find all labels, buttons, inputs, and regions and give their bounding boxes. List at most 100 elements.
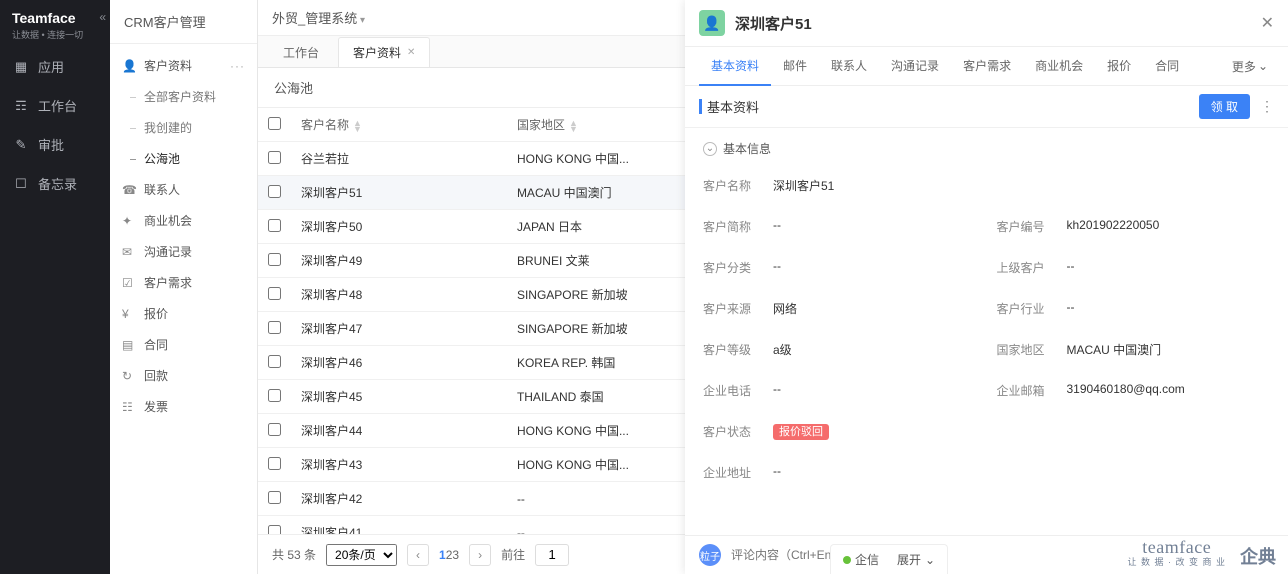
nav-sub-icon: ☎ (122, 183, 136, 197)
detail-field: 客户行业-- (997, 288, 1271, 329)
nav-sub-item[interactable]: ☎联系人 (110, 174, 257, 205)
detail-tab[interactable]: 客户需求 (951, 47, 1023, 85)
nav-sub-icon: ✦ (122, 214, 136, 228)
close-icon[interactable]: ✕ (1261, 13, 1274, 33)
claim-button[interactable]: 领 取 (1199, 94, 1250, 119)
nav-sub-item[interactable]: 👤客户资料··· (110, 50, 257, 81)
nav-sub-item[interactable]: 公海池 (110, 143, 257, 174)
detail-field: 客户状态报价驳回 (703, 411, 1270, 452)
chevron-down-icon: ⌄ (925, 553, 935, 567)
nav-sub-label: 沟通记录 (144, 243, 192, 260)
nav-sub-item[interactable]: 我创建的 (110, 112, 257, 143)
detail-tab[interactable]: 商业机会 (1023, 47, 1095, 85)
collapse-icon[interactable]: « (99, 10, 106, 24)
row-checkbox[interactable] (258, 244, 291, 278)
row-checkbox[interactable] (258, 516, 291, 535)
detail-tab[interactable]: 邮件 (771, 47, 819, 85)
detail-field: 客户编号kh201902220050 (997, 206, 1271, 247)
status-tag: 报价驳回 (773, 424, 829, 440)
nav-sub-item[interactable]: ¥报价 (110, 298, 257, 329)
detail-tab-more[interactable]: 更多⌄ (1226, 47, 1274, 85)
page-number[interactable]: 3 (452, 548, 459, 562)
field-value: kh201902220050 (1067, 218, 1160, 235)
detail-field: 客户名称深圳客户51 (703, 165, 1270, 206)
detail-tabs: 基本资料邮件联系人沟通记录客户需求商业机会报价合同更多⌄ (685, 47, 1288, 86)
more-icon[interactable]: ··· (230, 59, 245, 73)
field-value: 报价驳回 (773, 423, 829, 440)
field-label: 客户简称 (703, 218, 773, 235)
section-label: 基本资料 (699, 97, 759, 116)
row-checkbox[interactable] (258, 346, 291, 380)
nav-sub-item[interactable]: ✉ 沟通记录 (110, 236, 257, 267)
group-header[interactable]: ⌄ 基本信息 (703, 132, 1270, 165)
detail-field: 企业电话-- (703, 370, 977, 411)
row-checkbox[interactable] (258, 448, 291, 482)
field-label: 上级客户 (997, 259, 1067, 276)
detail-field: 客户分类-- (703, 247, 977, 288)
nav-main-item[interactable]: ✎审批 (0, 125, 110, 164)
field-label: 企业电话 (703, 382, 773, 399)
row-checkbox[interactable] (258, 142, 291, 176)
row-checkbox[interactable] (258, 210, 291, 244)
nav-sub-item[interactable]: 全部客户资料 (110, 81, 257, 112)
nav-main-item[interactable]: ▦应用 (0, 47, 110, 86)
nav-main-item[interactable]: ☐备忘录 (0, 164, 110, 203)
qixin-button[interactable]: 企信 (843, 551, 879, 568)
field-value: MACAU 中国澳门 (1067, 341, 1162, 358)
field-label: 客户分类 (703, 259, 773, 276)
nav-sub-label: 公海池 (144, 150, 180, 167)
expand-button[interactable]: 展开 ⌄ (897, 551, 935, 568)
nav-sub-title: CRM客户管理 (110, 0, 257, 44)
detail-field: 客户来源网络 (703, 288, 977, 329)
nav-main-item[interactable]: ☶工作台 (0, 86, 110, 125)
field-label: 客户状态 (703, 423, 773, 440)
detail-tab[interactable]: 基本资料 (699, 47, 771, 86)
row-checkbox[interactable] (258, 278, 291, 312)
nav-sub-item[interactable]: ☑客户需求 (110, 267, 257, 298)
nav-sub-icon: ✉ (122, 245, 136, 259)
detail-body: ⌄ 基本信息 客户名称深圳客户51客户简称-- 客户编号kh20190222005… (685, 128, 1288, 535)
select-all[interactable] (258, 108, 291, 142)
chevron-down-icon: ⌄ (703, 142, 717, 156)
pager-prev[interactable]: ‹ (407, 544, 429, 566)
column-header[interactable]: 客户名称▲▼ (291, 108, 507, 142)
page-number[interactable]: 1 (439, 548, 446, 562)
row-checkbox[interactable] (258, 414, 291, 448)
pager-total: 共 53 条 (272, 546, 316, 563)
page-size-select[interactable]: 20条/页 (326, 544, 397, 566)
detail-tab[interactable]: 报价 (1095, 47, 1143, 85)
row-checkbox[interactable] (258, 176, 291, 210)
nav-icon: ☐ (14, 176, 28, 192)
workspace-selector[interactable]: 外贸_管理系统 (272, 8, 365, 27)
detail-tab[interactable]: 合同 (1143, 47, 1191, 85)
detail-field: 客户简称-- (703, 206, 977, 247)
detail-panel: 👤 深圳客户51 ✕ 基本资料邮件联系人沟通记录客户需求商业机会报价合同更多⌄ … (685, 0, 1288, 574)
row-checkbox[interactable] (258, 380, 291, 414)
kebab-icon[interactable]: ⋮ (1260, 98, 1274, 115)
nav-sub-label: 发票 (144, 398, 168, 415)
detail-header: 👤 深圳客户51 ✕ (685, 0, 1288, 47)
nav-label: 审批 (38, 135, 64, 154)
row-checkbox[interactable] (258, 482, 291, 516)
nav-sub-item[interactable]: ▤合同 (110, 329, 257, 360)
field-label: 客户等级 (703, 341, 773, 358)
detail-field: 企业地址-- (703, 452, 1270, 493)
detail-tab[interactable]: 联系人 (819, 47, 879, 85)
nav-sub-label: 客户需求 (144, 274, 192, 291)
nav-sub-item[interactable]: ↻回款 (110, 360, 257, 391)
chevron-down-icon: ⌄ (1258, 59, 1268, 73)
field-label: 客户名称 (703, 177, 773, 194)
pager-next[interactable]: › (469, 544, 491, 566)
row-checkbox[interactable] (258, 312, 291, 346)
nav-sub-item[interactable]: ✦ 商业机会 (110, 205, 257, 236)
pager-goto-input[interactable] (535, 544, 569, 566)
nav-sub-item[interactable]: ☷ 发票 (110, 391, 257, 422)
close-icon[interactable]: ✕ (407, 47, 415, 58)
group-title: 基本信息 (723, 140, 771, 157)
nav-main: Teamface 让数据 • 连接一切 « ▦应用☶工作台✎审批☐备忘录 (0, 0, 110, 574)
nav-sub-icon: ☷ (122, 400, 136, 414)
tab[interactable]: 客户资料✕ (338, 37, 430, 67)
tab[interactable]: 工作台 (268, 37, 334, 67)
detail-tab[interactable]: 沟通记录 (879, 47, 951, 85)
nav-sub-label: 商业机会 (144, 212, 192, 229)
